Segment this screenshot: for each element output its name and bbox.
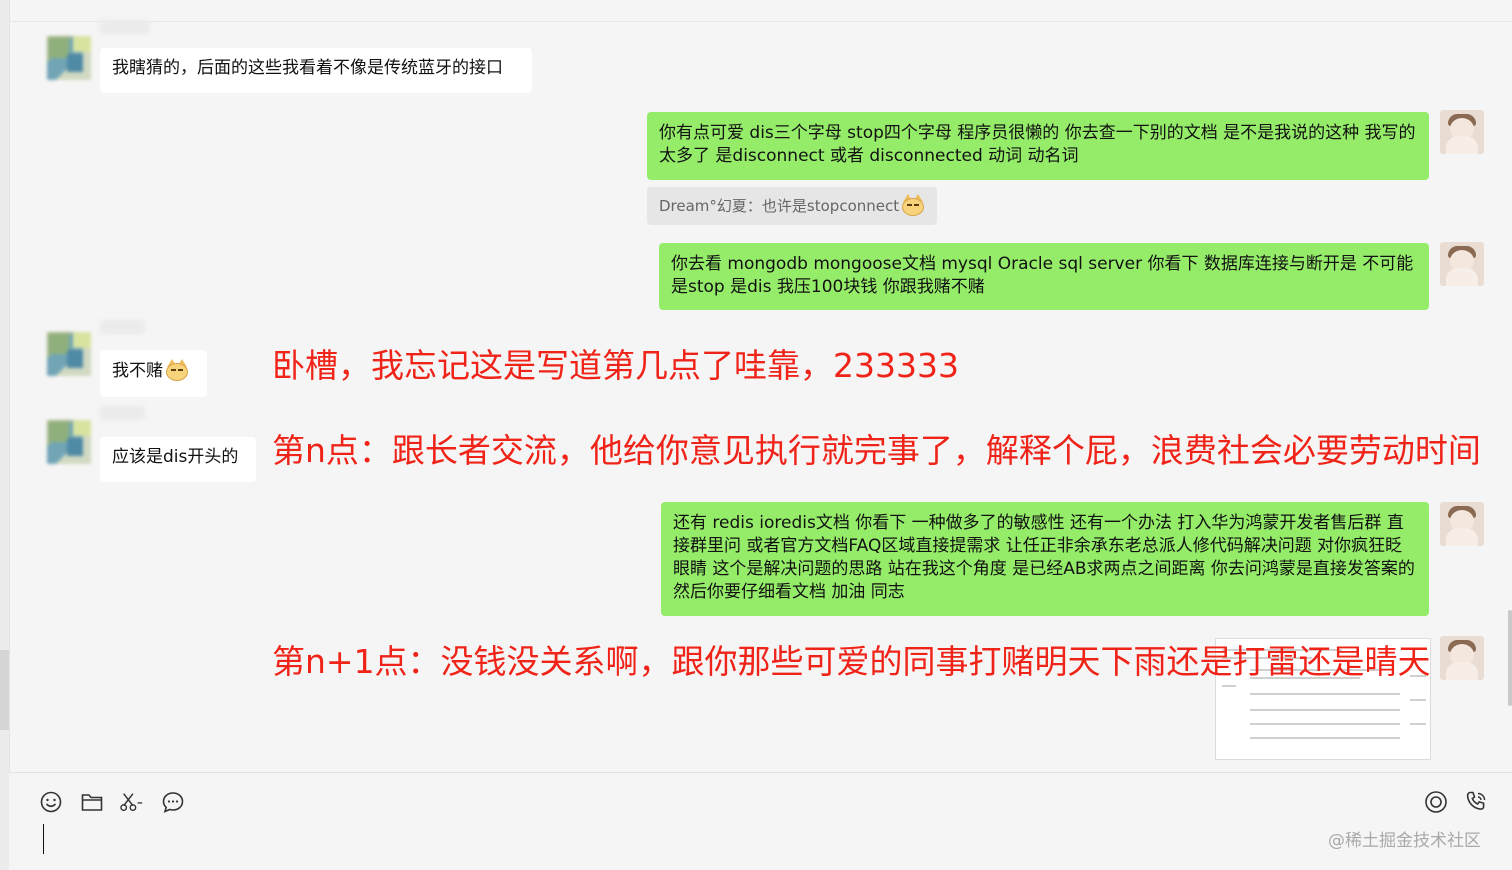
red-annotation: 第n点：跟长者交流，他给你意见执行就完事了，解释个屁，浪费社会必要劳动时间 <box>272 431 1481 470</box>
avatar-self[interactable] <box>1440 636 1484 680</box>
sender-name-blurred <box>100 320 145 334</box>
cat-emoji-icon <box>901 194 925 216</box>
sender-name-blurred <box>100 20 150 34</box>
chat-icon[interactable] <box>161 790 185 814</box>
message-incoming[interactable]: 我不赌 <box>100 350 207 397</box>
avatar-self[interactable] <box>1440 110 1484 154</box>
left-rail <box>0 0 10 870</box>
watermark: @稀土掘金技术社区 <box>1328 831 1481 851</box>
header-divider <box>9 21 1512 22</box>
cat-emoji-icon <box>165 359 189 381</box>
avatar-blurred[interactable] <box>47 332 91 376</box>
red-annotation: 卧槽，我忘记这是写道第几点了哇靠，233333 <box>272 346 959 385</box>
message-input-area[interactable] <box>9 773 1512 870</box>
avatar-self[interactable] <box>1440 502 1484 546</box>
scrollbar[interactable] <box>1508 610 1512 706</box>
sender-name-blurred <box>100 406 145 420</box>
folder-icon[interactable] <box>80 790 104 814</box>
red-annotation: 第n+1点：没钱没关系啊，跟你那些可爱的同事打赌明天下雨还是打雷还是晴天 <box>272 642 1431 681</box>
phone-call-icon[interactable] <box>1464 790 1488 814</box>
message-incoming[interactable]: 应该是dis开头的 <box>100 437 256 482</box>
text-cursor <box>43 824 44 854</box>
quoted-reply[interactable]: Dream°幻夏：也许是stopconnect <box>647 187 938 225</box>
message-incoming[interactable]: 我瞎猜的，后面的这些我看着不像是传统蓝牙的接口 <box>100 48 532 93</box>
avatar-blurred[interactable] <box>47 36 91 80</box>
message-outgoing[interactable]: 还有 redis ioredis文档 你看下 一种做多了的敏感性 还有一个办法 … <box>661 502 1429 616</box>
quoted-reply-text: Dream°幻夏：也许是stopconnect <box>659 197 900 215</box>
message-outgoing[interactable]: 你有点可爱 dis三个字母 stop四个字母 程序员很懒的 你去查一下别的文档 … <box>647 112 1429 180</box>
message-outgoing[interactable]: 你去看 mongodb mongoose文档 mysql Oracle sql … <box>659 243 1429 310</box>
voice-call-icon[interactable] <box>1424 790 1448 814</box>
avatar-blurred[interactable] <box>47 420 91 464</box>
message-text: 我不赌 <box>112 361 163 381</box>
emoji-icon[interactable] <box>39 790 63 814</box>
scissors-icon[interactable] <box>120 790 144 814</box>
rail-indicator <box>0 650 9 730</box>
avatar-self[interactable] <box>1440 242 1484 286</box>
